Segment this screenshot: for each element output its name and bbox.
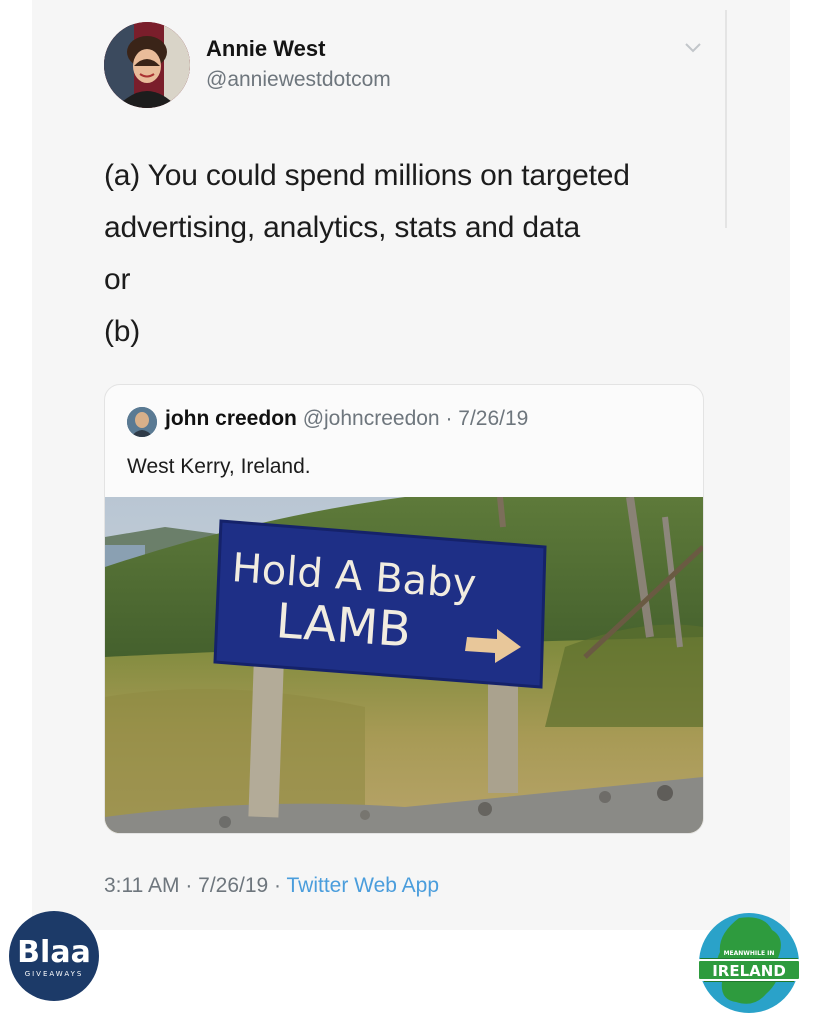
meanwhile-in-ireland-logo: MEANWHILE IN IRELAND (697, 913, 801, 1013)
quoted-text: West Kerry, Ireland. (127, 455, 311, 478)
quoted-author-name[interactable]: john creedon (165, 407, 297, 430)
author-handle[interactable]: @anniewestdotcom (206, 68, 391, 92)
lamb-sign-photo[interactable]: Hold A Baby LAMB (105, 497, 703, 833)
tweet-line: (b) (104, 315, 141, 348)
svg-text:GIVEAWAYS: GIVEAWAYS (25, 970, 84, 978)
author-avatar[interactable] (104, 22, 190, 108)
tweet-body: (a) You could spend millions on targeted… (104, 150, 744, 358)
tweet-line: or (104, 263, 131, 296)
quoted-tweet[interactable]: john creedon @johncreedon · 7/26/19 West… (104, 384, 704, 834)
chevron-down-icon[interactable] (684, 42, 702, 54)
tweet-line: (a) You could spend millions on targeted (104, 159, 630, 192)
quoted-author-avatar[interactable] (127, 407, 157, 437)
svg-text:Blaa: Blaa (17, 935, 91, 970)
tweet-footer: 3:11 AM · 7/26/19 · Twitter Web App (104, 874, 439, 898)
quoted-header: john creedon @johncreedon · 7/26/19 (165, 407, 528, 431)
sign-line2: LAMB (274, 593, 413, 658)
blaa-giveaways-logo: Blaa GIVEAWAYS (9, 911, 99, 1001)
svg-text:IRELAND: IRELAND (712, 962, 786, 980)
tweet-line: advertising, analytics, stats and data (104, 211, 581, 244)
tweet-source-link[interactable]: Twitter Web App (287, 874, 440, 897)
author-name[interactable]: Annie West (206, 36, 325, 62)
tweet-timestamp[interactable]: 3:11 AM · 7/26/19 · (104, 874, 287, 897)
quoted-author-meta: @johncreedon · 7/26/19 (302, 407, 529, 430)
svg-text:MEANWHILE IN: MEANWHILE IN (724, 950, 775, 957)
